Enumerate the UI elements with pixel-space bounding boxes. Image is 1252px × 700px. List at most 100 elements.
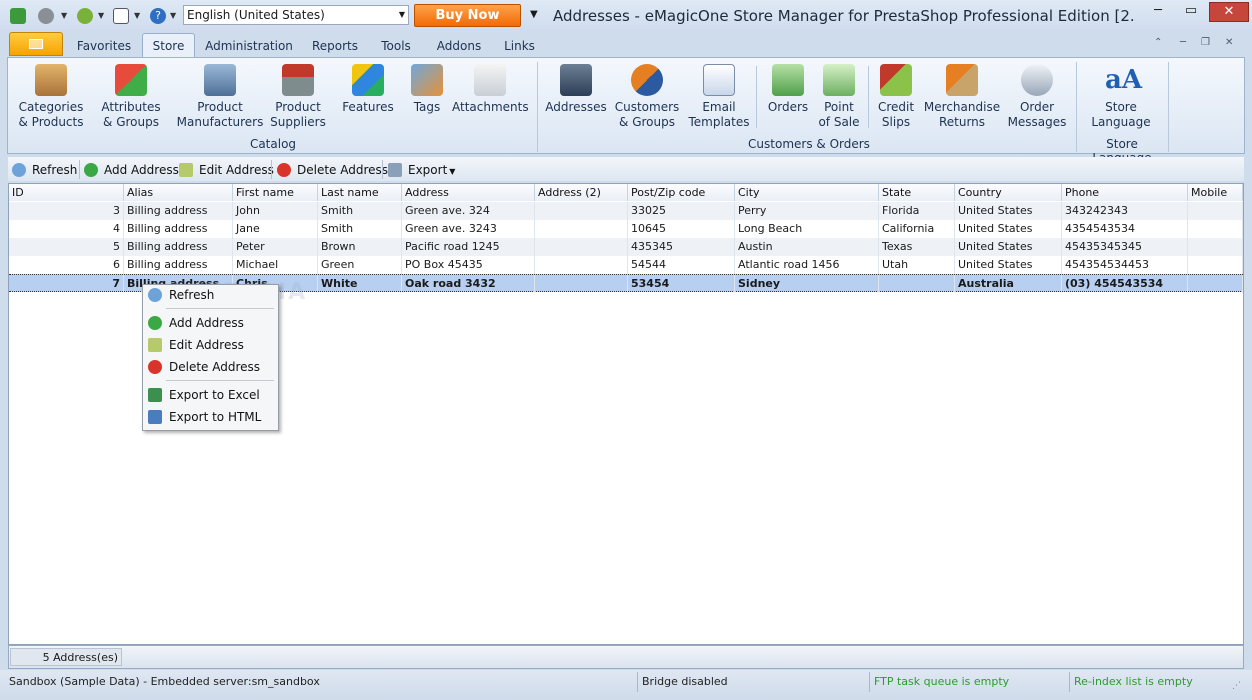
menu-item-refresh[interactable]: Refresh <box>146 285 214 305</box>
attachments-button[interactable]: Attachments <box>452 64 529 115</box>
cell-state[interactable]: California <box>879 220 955 238</box>
cell-city[interactable]: Sidney <box>735 275 879 293</box>
menu-item-delete-address[interactable]: Delete Address <box>146 357 260 377</box>
cell-country[interactable]: United States <box>955 238 1062 256</box>
close-button[interactable]: ✕ <box>1209 2 1249 22</box>
cell-mobile[interactable] <box>1188 275 1243 293</box>
cell-first-name[interactable]: Jane <box>233 220 318 238</box>
column-header-post-code[interactable]: Post/Zip code <box>628 184 735 201</box>
cell-phone[interactable]: 45435345345 <box>1062 238 1188 256</box>
cell-phone[interactable]: 343242343 <box>1062 202 1188 220</box>
tab-links[interactable]: Links <box>497 36 542 56</box>
cell-post-code[interactable]: 10645 <box>628 220 735 238</box>
help-icon[interactable]: ? <box>150 8 166 24</box>
table-row[interactable]: 6 Billing address Michael Green PO Box 45435… <box>9 256 1243 274</box>
maximize-button[interactable]: ▭ <box>1176 2 1206 22</box>
refresh-button[interactable]: Refresh <box>12 161 77 179</box>
cell-alias[interactable]: Billing address <box>124 256 233 274</box>
cell-first-name[interactable]: Michael <box>233 256 318 274</box>
column-header-last-name[interactable]: Last name <box>318 184 402 201</box>
column-header-first-name[interactable]: First name <box>233 184 318 201</box>
language-select[interactable]: English (United States) ▼ <box>183 5 409 25</box>
cell-id[interactable]: 3 <box>9 202 124 220</box>
edit-address-button[interactable]: Edit Address <box>179 161 274 179</box>
cell-address2[interactable] <box>535 275 628 293</box>
features-button[interactable]: Features <box>340 64 396 115</box>
cell-state[interactable] <box>879 275 955 293</box>
cell-alias[interactable]: Billing address <box>124 220 233 238</box>
column-header-address2[interactable]: Address (2) <box>535 184 628 201</box>
credit-slips-button[interactable]: Credit Slips <box>874 64 918 130</box>
cell-last-name[interactable]: Smith <box>318 202 402 220</box>
cell-first-name[interactable]: John <box>233 202 318 220</box>
cell-mobile[interactable] <box>1188 238 1243 256</box>
cell-state[interactable]: Florida <box>879 202 955 220</box>
tab-administration[interactable]: Administration <box>201 36 297 56</box>
cell-phone[interactable]: 454354534453 <box>1062 256 1188 274</box>
product-manufacturers-button[interactable]: Product Manufacturers <box>176 64 264 130</box>
tab-reports[interactable]: Reports <box>305 36 365 56</box>
cell-country[interactable]: United States <box>955 256 1062 274</box>
cell-phone[interactable]: (03) 454543534 <box>1062 275 1188 293</box>
menu-item-edit-address[interactable]: Edit Address <box>146 335 244 355</box>
cell-state[interactable]: Utah <box>879 256 955 274</box>
cell-country[interactable]: United States <box>955 220 1062 238</box>
tab-addons[interactable]: Addons <box>429 36 489 56</box>
cell-alias[interactable]: Billing address <box>124 202 233 220</box>
cell-last-name[interactable]: White <box>318 275 402 293</box>
cell-state[interactable]: Texas <box>879 238 955 256</box>
attributes-groups-button[interactable]: Attributes & Groups <box>98 64 164 130</box>
chevron-down-icon[interactable]: ▼ <box>134 11 140 20</box>
cell-address[interactable]: Oak road 3432 <box>402 275 535 293</box>
column-header-phone[interactable]: Phone <box>1062 184 1188 201</box>
email-templates-button[interactable]: Email Templates <box>688 64 750 130</box>
tags-button[interactable]: Tags <box>408 64 446 115</box>
window-icon[interactable] <box>113 8 129 24</box>
cell-id[interactable]: 6 <box>9 256 124 274</box>
tab-favorites[interactable]: Favorites <box>72 36 136 56</box>
cell-last-name[interactable]: Green <box>318 256 402 274</box>
cell-mobile[interactable] <box>1188 202 1243 220</box>
cell-last-name[interactable]: Brown <box>318 238 402 256</box>
cell-id[interactable]: 7 <box>9 275 124 293</box>
categories-products-button[interactable]: Categories & Products <box>16 64 86 130</box>
cell-phone[interactable]: 4354543534 <box>1062 220 1188 238</box>
tab-store[interactable]: Store <box>142 33 195 57</box>
menu-item-add-address[interactable]: Add Address <box>146 313 244 333</box>
cell-post-code[interactable]: 53454 <box>628 275 735 293</box>
column-header-state[interactable]: State <box>879 184 955 201</box>
cell-post-code[interactable]: 435345 <box>628 238 735 256</box>
cell-city[interactable]: Long Beach <box>735 220 879 238</box>
ribbon-collapse-icon[interactable]: ⌃ <box>1154 37 1162 48</box>
delete-address-button[interactable]: Delete Address <box>277 161 388 179</box>
cell-city[interactable]: Austin <box>735 238 879 256</box>
app-menu-button[interactable] <box>9 32 63 56</box>
table-row[interactable]: 5 Billing address Peter Brown Pacific road 1… <box>9 238 1243 256</box>
column-header-mobile[interactable]: Mobile <box>1188 184 1243 201</box>
gear-icon[interactable] <box>38 8 54 24</box>
addresses-button[interactable]: Addresses <box>545 64 607 115</box>
tab-tools[interactable]: Tools <box>372 36 420 56</box>
cell-mobile[interactable] <box>1188 220 1243 238</box>
add-address-button[interactable]: Add Address <box>84 161 179 179</box>
column-header-id[interactable]: ID <box>9 184 124 201</box>
store-language-button[interactable]: aA Store Language <box>1084 64 1158 130</box>
column-header-address[interactable]: Address <box>402 184 535 201</box>
order-messages-button[interactable]: Order Messages <box>1006 64 1068 130</box>
chevron-down-icon[interactable]: ▼ <box>170 11 176 20</box>
orders-button[interactable]: Orders <box>764 64 812 115</box>
cell-id[interactable]: 5 <box>9 238 124 256</box>
menu-item-export-html[interactable]: Export to HTML <box>146 407 261 427</box>
buy-now-button[interactable]: Buy Now <box>414 4 521 27</box>
export-button[interactable]: Export ▼ <box>388 161 455 179</box>
resize-grip-icon[interactable]: ⋰ <box>1232 678 1241 694</box>
column-header-city[interactable]: City <box>735 184 879 201</box>
cell-alias[interactable]: Billing address <box>124 238 233 256</box>
column-header-country[interactable]: Country <box>955 184 1062 201</box>
cell-city[interactable]: Atlantic road 1456 <box>735 256 879 274</box>
menu-caret-icon[interactable]: ▼ <box>530 9 538 20</box>
cell-first-name[interactable]: Peter <box>233 238 318 256</box>
restore-icon[interactable]: ❐ <box>1201 37 1210 48</box>
cell-address2[interactable] <box>535 238 628 256</box>
point-of-sale-button[interactable]: Point of Sale <box>816 64 862 130</box>
